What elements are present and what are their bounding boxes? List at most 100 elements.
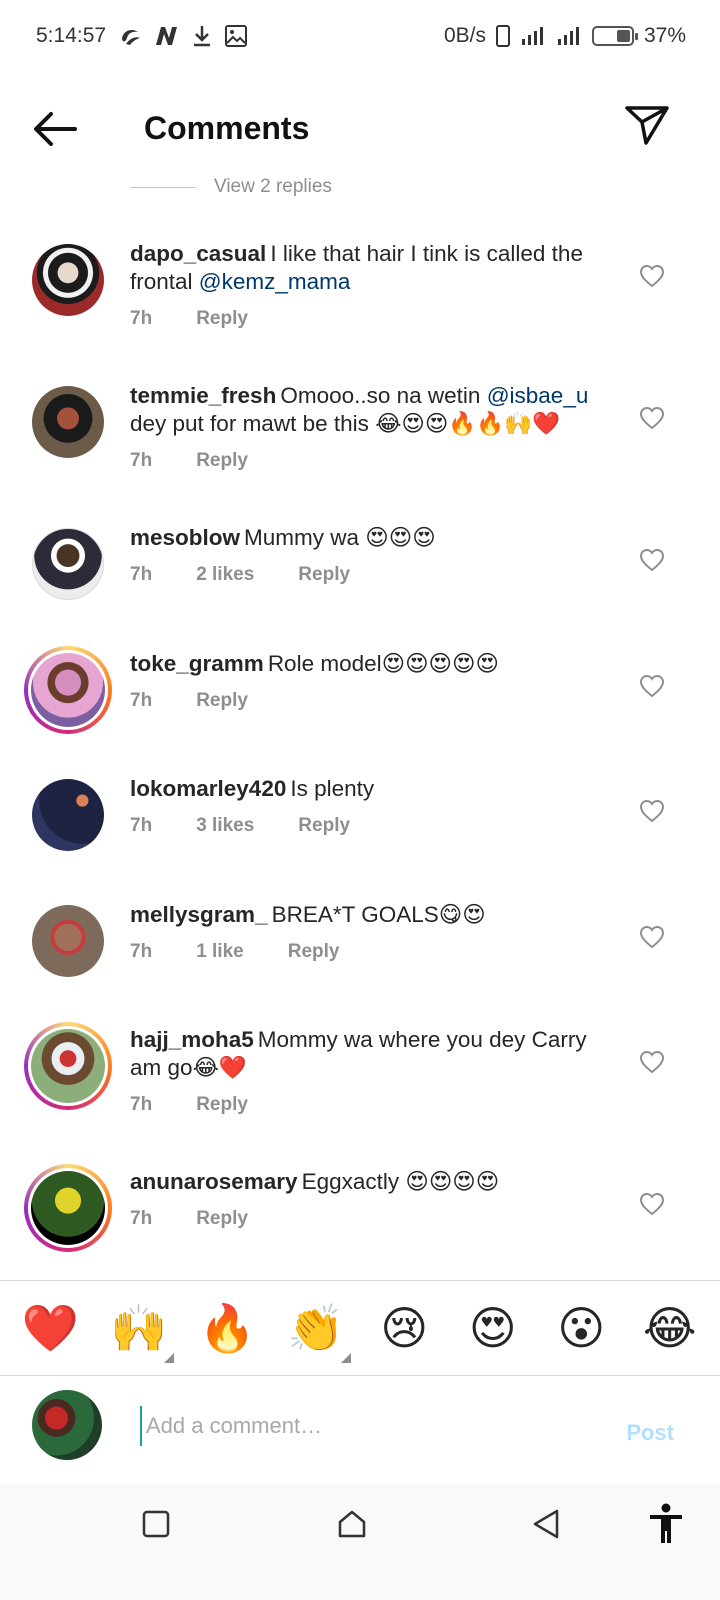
reply-button[interactable]: Reply xyxy=(196,308,248,330)
back-arrow-icon xyxy=(34,112,77,146)
comment-username[interactable]: anunarosemary xyxy=(130,1169,298,1194)
avatar-story-ring[interactable] xyxy=(24,1164,112,1252)
like-button[interactable] xyxy=(638,546,666,574)
reply-button[interactable]: Reply xyxy=(196,450,248,472)
comment-text: mesoblow Mummy wa 😍😍😍 xyxy=(130,524,610,552)
comment-message-cont: dey put for mawt be this 😂😍😍🔥🔥🙌❤️ xyxy=(130,411,561,436)
avatar-image xyxy=(32,779,104,851)
comment-username[interactable]: mesoblow xyxy=(130,525,240,550)
back-button[interactable] xyxy=(28,104,82,154)
comment-likes[interactable]: 2 likes xyxy=(196,564,254,586)
download-icon xyxy=(192,23,212,49)
emoji-surprised-button[interactable]: 😮 xyxy=(546,1305,616,1351)
avatar[interactable] xyxy=(32,779,104,851)
triangle-back-icon xyxy=(533,1509,559,1539)
comment-meta: 7h Reply xyxy=(130,1094,248,1116)
heart-icon xyxy=(639,925,665,949)
status-bar: 5:14:57 0B/s 37% xyxy=(0,0,720,72)
accessibility-button[interactable] xyxy=(644,1502,688,1546)
avatar[interactable] xyxy=(32,244,104,316)
home-icon xyxy=(338,1510,366,1538)
comment-username[interactable]: toke_gramm xyxy=(130,651,264,676)
emoji-crying-button[interactable]: 😢 xyxy=(369,1305,439,1351)
comment-text: toke_gramm Role model😍😍😍😍😍 xyxy=(130,650,610,678)
comment-username[interactable]: mellysgram_ xyxy=(130,902,268,927)
comment-username[interactable]: temmie_fresh xyxy=(130,383,276,408)
status-time: 5:14:57 xyxy=(36,24,107,47)
reply-button[interactable]: Reply xyxy=(298,815,350,837)
like-button[interactable] xyxy=(638,672,666,700)
reply-button[interactable]: Reply xyxy=(298,564,350,586)
like-button[interactable] xyxy=(638,1048,666,1076)
avatar[interactable] xyxy=(32,386,104,458)
signal-1-icon xyxy=(520,23,546,49)
view-replies-button[interactable]: View 2 replies xyxy=(130,176,332,198)
comment-likes[interactable]: 3 likes xyxy=(196,815,254,837)
heart-icon xyxy=(639,406,665,430)
comment-time: 7h xyxy=(130,450,153,471)
emoji-clap-button[interactable]: 👏 xyxy=(281,1305,351,1363)
like-button[interactable] xyxy=(638,1190,666,1218)
comment-text: dapo_casual I like that hair I tink is ca… xyxy=(130,240,610,296)
comment-time: 7h xyxy=(130,1094,153,1115)
back-nav-button[interactable] xyxy=(524,1502,568,1546)
avatar-image xyxy=(31,1029,105,1103)
comment-message: Eggxactly 😍😍😍😍 xyxy=(301,1169,500,1194)
comment-message: Is plenty xyxy=(290,776,375,801)
emoji-fire-button[interactable]: 🔥 xyxy=(192,1305,262,1351)
avatar-story-ring[interactable] xyxy=(24,646,112,734)
comment-text: anunarosemary Eggxactly 😍😍😍😍 xyxy=(130,1168,610,1196)
phone-icon xyxy=(495,23,510,49)
comment-time: 7h xyxy=(130,564,153,585)
avatar-image xyxy=(32,386,104,458)
comment-mention[interactable]: @isbae_u xyxy=(487,383,589,408)
comment-input[interactable] xyxy=(140,1406,580,1446)
like-button[interactable] xyxy=(638,923,666,951)
comment-meta: 7h Reply xyxy=(130,690,248,712)
heart-icon xyxy=(639,799,665,823)
comment-username[interactable]: hajj_moha5 xyxy=(130,1027,254,1052)
comment-time: 7h xyxy=(130,690,153,711)
emoji-heart-button[interactable]: ❤️ xyxy=(15,1305,85,1351)
like-button[interactable] xyxy=(638,797,666,825)
reply-button[interactable]: Reply xyxy=(196,1208,248,1230)
reply-button[interactable]: Reply xyxy=(196,1094,248,1116)
share-button[interactable] xyxy=(622,100,672,150)
comment-meta: 7h Reply xyxy=(130,308,248,330)
home-button[interactable] xyxy=(330,1502,374,1546)
recents-button[interactable] xyxy=(134,1502,178,1546)
heart-icon xyxy=(639,1050,665,1074)
like-button[interactable] xyxy=(638,262,666,290)
swirl-notification-icon xyxy=(118,23,142,49)
avatar[interactable] xyxy=(32,905,104,977)
n-notification-icon xyxy=(154,23,180,49)
post-button[interactable]: Post xyxy=(626,1420,674,1446)
battery-percent: 37% xyxy=(643,24,686,47)
emoji-glyph: 🙌 xyxy=(110,1302,168,1354)
reply-button[interactable]: Reply xyxy=(288,941,340,963)
avatar[interactable] xyxy=(32,528,104,600)
avatar-story-ring[interactable] xyxy=(24,1022,112,1110)
net-speed: 0B/s xyxy=(443,24,486,47)
comment-mention[interactable]: @kemz_mama xyxy=(199,269,351,294)
emoji-heart-eyes-button[interactable]: 😍 xyxy=(458,1305,528,1351)
comment-text: mellysgram_ BREA*T GOALS😋😍 xyxy=(130,901,610,929)
avatar-image xyxy=(32,905,104,977)
like-button[interactable] xyxy=(638,404,666,432)
comment-likes[interactable]: 1 like xyxy=(196,941,244,963)
page-title: Comments xyxy=(144,110,310,146)
comment-username[interactable]: dapo_casual xyxy=(130,241,266,266)
avatar-image xyxy=(31,1171,105,1245)
comment-text: temmie_fresh Omooo..so na wetin @isbae_u … xyxy=(130,382,610,438)
avatar-ring-gap xyxy=(28,1168,108,1248)
comment-time: 7h xyxy=(130,941,153,962)
emoji-laughing-button[interactable]: 😂 xyxy=(635,1305,705,1351)
heart-icon xyxy=(639,264,665,288)
comment-meta: 7h Reply xyxy=(130,1208,248,1230)
signal-2-icon xyxy=(556,23,582,49)
comment-text: lokomarley420 Is plenty xyxy=(130,775,610,803)
comment-text: hajj_moha5 Mommy wa where you dey Carry a… xyxy=(130,1026,610,1082)
comment-username[interactable]: lokomarley420 xyxy=(130,776,286,801)
emoji-raised-hands-button[interactable]: 🙌 xyxy=(104,1302,174,1363)
reply-button[interactable]: Reply xyxy=(196,690,248,712)
